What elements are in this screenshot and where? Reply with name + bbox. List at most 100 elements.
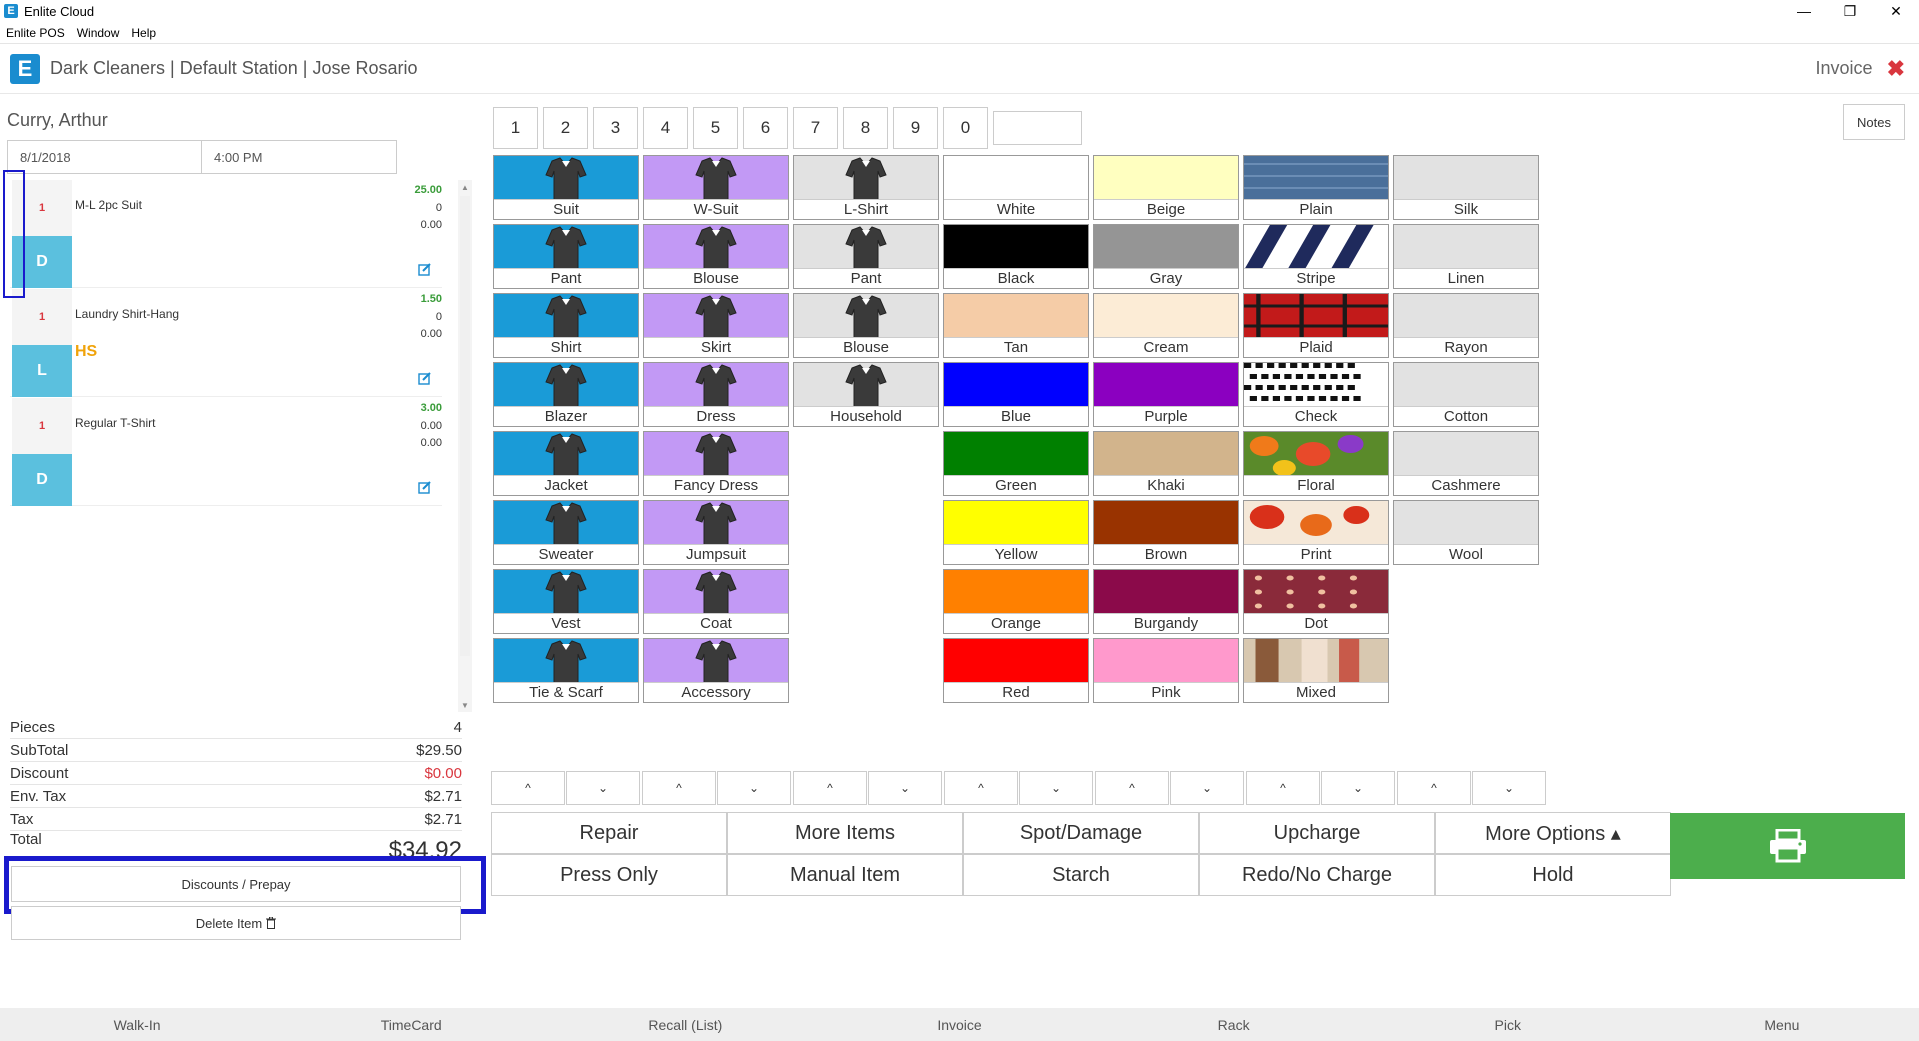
more-options-button[interactable]: More Options ▴ — [1435, 812, 1671, 854]
scroll-up-button[interactable]: ^ — [491, 771, 565, 805]
fabric-tile-cotton[interactable]: Cotton — [1393, 362, 1539, 427]
garment-tile-jumpsuit[interactable]: Jumpsuit — [643, 500, 789, 565]
hold-button[interactable]: Hold — [1435, 854, 1671, 896]
scroll-down-button[interactable]: ⌄ — [1170, 771, 1244, 805]
list-item[interactable]: 1 L Laundry Shirt-Hang HS 1.50 0 0.00 — [10, 289, 442, 397]
menu-help[interactable]: Help — [131, 26, 156, 40]
scroll-up-button[interactable]: ^ — [944, 771, 1018, 805]
pattern-tile-dot[interactable]: Dot — [1243, 569, 1389, 634]
delete-item-button[interactable]: Delete Item — [11, 906, 461, 940]
num-key-6[interactable]: 6 — [743, 107, 788, 149]
starch-button[interactable]: Starch — [963, 854, 1199, 896]
scroll-up-button[interactable]: ^ — [642, 771, 716, 805]
item-quantity[interactable]: 1 — [12, 398, 72, 454]
print-button[interactable] — [1670, 813, 1905, 879]
edit-icon[interactable] — [418, 371, 432, 385]
scroll-down-button[interactable]: ⌄ — [717, 771, 791, 805]
color-tile-purple[interactable]: Purple — [1093, 362, 1239, 427]
garment-tile-w-suit[interactable]: W-Suit — [643, 155, 789, 220]
nav-recall-list[interactable]: Recall (List) — [548, 1008, 822, 1041]
garment-tile-blouse[interactable]: Blouse — [643, 224, 789, 289]
time-field[interactable]: 4:00 PM — [201, 140, 397, 174]
spot-damage-button[interactable]: Spot/Damage — [963, 812, 1199, 854]
notes-button[interactable]: Notes — [1843, 104, 1905, 140]
garment-tile-jacket[interactable]: Jacket — [493, 431, 639, 496]
scroll-down-button[interactable]: ⌄ — [868, 771, 942, 805]
edit-icon[interactable] — [418, 480, 432, 494]
pattern-tile-check[interactable]: Check — [1243, 362, 1389, 427]
date-field[interactable]: 8/1/2018 — [7, 140, 202, 174]
garment-tile-sweater[interactable]: Sweater — [493, 500, 639, 565]
nav-timecard[interactable]: TimeCard — [274, 1008, 548, 1041]
scroll-up-button[interactable]: ^ — [1397, 771, 1471, 805]
nav-rack[interactable]: Rack — [1097, 1008, 1371, 1041]
fabric-tile-silk[interactable]: Silk — [1393, 155, 1539, 220]
scroll-down-icon[interactable]: ▼ — [458, 698, 472, 712]
garment-tile-shirt[interactable]: Shirt — [493, 293, 639, 358]
nav-invoice[interactable]: Invoice — [822, 1008, 1096, 1041]
garment-tile-skirt[interactable]: Skirt — [643, 293, 789, 358]
garment-tile-accessory[interactable]: Accessory — [643, 638, 789, 703]
garment-tile-blazer[interactable]: Blazer — [493, 362, 639, 427]
color-tile-blue[interactable]: Blue — [943, 362, 1089, 427]
color-tile-yellow[interactable]: Yellow — [943, 500, 1089, 565]
menu-enlite-pos[interactable]: Enlite POS — [6, 26, 65, 40]
item-code[interactable]: L — [12, 345, 72, 397]
garment-tile-fancy-dress[interactable]: Fancy Dress — [643, 431, 789, 496]
color-tile-red[interactable]: Red — [943, 638, 1089, 703]
redo-no-charge-button[interactable]: Redo/No Charge — [1199, 854, 1435, 896]
color-tile-khaki[interactable]: Khaki — [1093, 431, 1239, 496]
garment-tile-coat[interactable]: Coat — [643, 569, 789, 634]
scroll-up-button[interactable]: ^ — [793, 771, 867, 805]
edit-icon[interactable] — [418, 262, 432, 276]
color-tile-gray[interactable]: Gray — [1093, 224, 1239, 289]
scroll-up-button[interactable]: ^ — [1095, 771, 1169, 805]
garment-tile-pant[interactable]: Pant — [793, 224, 939, 289]
garment-tile-pant[interactable]: Pant — [493, 224, 639, 289]
fabric-tile-linen[interactable]: Linen — [1393, 224, 1539, 289]
color-tile-white[interactable]: White — [943, 155, 1089, 220]
manual-item-button[interactable]: Manual Item — [727, 854, 963, 896]
close-invoice-icon[interactable]: ✖ — [1887, 56, 1905, 82]
color-tile-black[interactable]: Black — [943, 224, 1089, 289]
num-key-9[interactable]: 9 — [893, 107, 938, 149]
color-tile-green[interactable]: Green — [943, 431, 1089, 496]
fabric-tile-cashmere[interactable]: Cashmere — [1393, 431, 1539, 496]
nav-walk-in[interactable]: Walk-In — [0, 1008, 274, 1041]
color-tile-orange[interactable]: Orange — [943, 569, 1089, 634]
scroll-down-button[interactable]: ⌄ — [566, 771, 640, 805]
more-items-button[interactable]: More Items — [727, 812, 963, 854]
color-tile-pink[interactable]: Pink — [1093, 638, 1239, 703]
fabric-tile-rayon[interactable]: Rayon — [1393, 293, 1539, 358]
pattern-tile-plain[interactable]: Plain — [1243, 155, 1389, 220]
garment-tile-household[interactable]: Household — [793, 362, 939, 427]
num-key-4[interactable]: 4 — [643, 107, 688, 149]
garment-tile-suit[interactable]: Suit — [493, 155, 639, 220]
pattern-tile-floral[interactable]: Floral — [1243, 431, 1389, 496]
garment-tile-dress[interactable]: Dress — [643, 362, 789, 427]
pattern-tile-print[interactable]: Print — [1243, 500, 1389, 565]
item-code[interactable]: D — [12, 454, 72, 506]
list-item[interactable]: 1 D Regular T-Shirt 3.00 0.00 0.00 — [10, 398, 442, 506]
nav-menu[interactable]: Menu — [1645, 1008, 1919, 1041]
garment-tile-l-shirt[interactable]: L-Shirt — [793, 155, 939, 220]
color-tile-tan[interactable]: Tan — [943, 293, 1089, 358]
items-scrollbar[interactable]: ▲ ▼ — [458, 180, 472, 712]
garment-tile-vest[interactable]: Vest — [493, 569, 639, 634]
pattern-tile-plaid[interactable]: Plaid — [1243, 293, 1389, 358]
num-key-1[interactable]: 1 — [493, 107, 538, 149]
scroll-down-button[interactable]: ⌄ — [1472, 771, 1546, 805]
num-key-5[interactable]: 5 — [693, 107, 738, 149]
close-window-button[interactable]: ✕ — [1873, 0, 1919, 22]
scroll-down-button[interactable]: ⌄ — [1321, 771, 1395, 805]
scroll-up-icon[interactable]: ▲ — [458, 180, 472, 194]
pattern-tile-stripe[interactable]: Stripe — [1243, 224, 1389, 289]
num-key-8[interactable]: 8 — [843, 107, 888, 149]
scroll-thumb[interactable] — [460, 196, 470, 656]
scroll-down-button[interactable]: ⌄ — [1019, 771, 1093, 805]
num-key-2[interactable]: 2 — [543, 107, 588, 149]
maximize-button[interactable]: ❐ — [1827, 0, 1873, 22]
list-item[interactable]: 1 D M-L 2pc Suit 25.00 0 0.00 — [10, 180, 442, 288]
nav-pick[interactable]: Pick — [1371, 1008, 1645, 1041]
color-tile-brown[interactable]: Brown — [1093, 500, 1239, 565]
